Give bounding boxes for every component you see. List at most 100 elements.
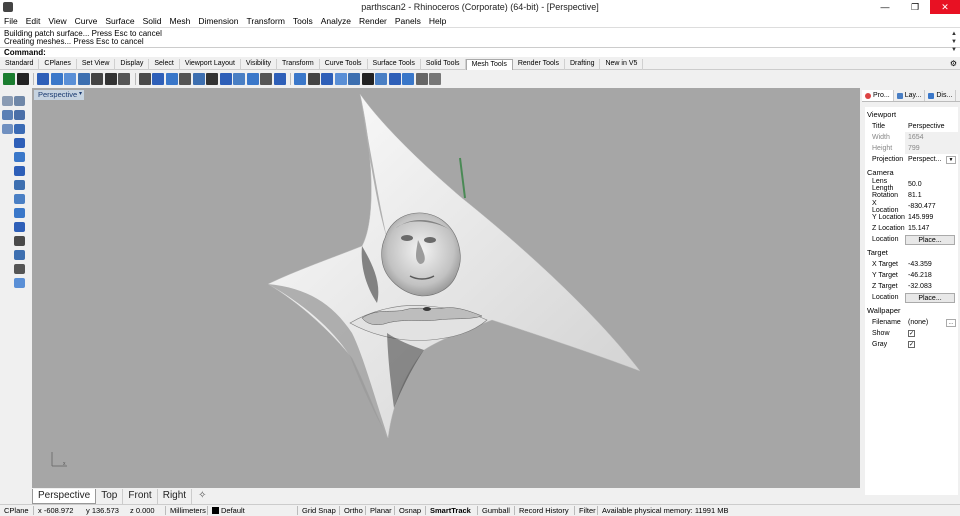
perspective-viewport[interactable]: Perspective ▾ x	[32, 88, 860, 488]
transform-icon[interactable]	[14, 264, 25, 274]
menu-help[interactable]: Help	[425, 16, 450, 26]
reduce-mesh-icon[interactable]	[165, 72, 178, 85]
dimension-icon[interactable]	[14, 278, 25, 288]
viewport-tab-right[interactable]: Right	[158, 489, 193, 504]
projection-select[interactable]: Perspect...	[905, 154, 946, 165]
panel-tab-layers[interactable]: Lay...	[894, 90, 926, 101]
tab-new-in-v5[interactable]: New in V5	[600, 59, 644, 70]
curve-icon[interactable]	[2, 110, 13, 120]
mesh-offset-icon[interactable]	[273, 72, 286, 85]
menu-dimension[interactable]: Dimension	[194, 16, 242, 26]
status-ortho[interactable]: Ortho	[340, 506, 366, 515]
tab-set-view[interactable]: Set View	[77, 59, 116, 70]
viewport-title[interactable]: Perspective	[34, 90, 82, 100]
flip-normals-icon[interactable]	[307, 72, 320, 85]
triangulate-mesh-icon[interactable]	[361, 72, 374, 85]
add-viewport-tab-icon[interactable]: ✧	[192, 489, 212, 504]
z-target-field[interactable]: -32.083	[905, 281, 958, 292]
x-location-field[interactable]: -830.477	[905, 201, 958, 212]
polyline-icon[interactable]	[14, 110, 25, 120]
status-osnap[interactable]: Osnap	[395, 506, 426, 515]
select-icon[interactable]	[2, 96, 13, 106]
menu-curve[interactable]: Curve	[71, 16, 102, 26]
mesh-plane-icon[interactable]	[37, 72, 49, 85]
menu-edit[interactable]: Edit	[22, 16, 45, 26]
y-location-field[interactable]: 145.999	[905, 212, 958, 223]
status-gumball[interactable]: Gumball	[478, 506, 515, 515]
toolbar-options-gear-icon[interactable]: ⚙	[950, 59, 957, 68]
fillet-icon[interactable]	[14, 250, 25, 260]
menu-view[interactable]: View	[44, 16, 70, 26]
menu-surface[interactable]: Surface	[101, 16, 138, 26]
tab-transform[interactable]: Transform	[277, 59, 320, 70]
viewport-tab-front[interactable]: Front	[123, 489, 158, 504]
mesh-boolean-difference-icon[interactable]	[233, 72, 245, 85]
pyramid-icon[interactable]	[14, 180, 25, 190]
number-vertices-icon[interactable]	[415, 72, 428, 85]
status-cplane[interactable]: CPlane	[0, 506, 34, 515]
check-icon[interactable]	[3, 72, 15, 85]
tab-select[interactable]: Select	[149, 59, 180, 70]
panel-tab-display[interactable]: Dis...	[925, 90, 957, 101]
status-units[interactable]: Millimeters	[166, 506, 208, 515]
mesh-cylinder-icon[interactable]	[77, 72, 90, 85]
projection-chevron-down-icon[interactable]: ▼	[946, 155, 956, 164]
menu-render[interactable]: Render	[355, 16, 391, 26]
tab-cplanes[interactable]: CPlanes	[39, 59, 77, 70]
quadrangulate-mesh-icon[interactable]	[375, 72, 387, 85]
mesh-boolean-intersection-icon[interactable]	[246, 72, 259, 85]
mesh-box-icon[interactable]	[50, 72, 63, 85]
tab-standard[interactable]: Standard	[0, 59, 40, 70]
y-target-field[interactable]: -46.218	[905, 270, 958, 281]
menu-tools[interactable]: Tools	[289, 16, 317, 26]
status-grid-snap[interactable]: Grid Snap	[298, 506, 340, 515]
browse-wallpaper-button[interactable]: ...	[946, 318, 956, 327]
circle-icon[interactable]	[2, 124, 13, 134]
mesh-torus-icon[interactable]	[104, 72, 117, 85]
mesh-repair-icon[interactable]	[348, 72, 360, 85]
weld-icon[interactable]	[138, 72, 151, 85]
box-icon[interactable]	[14, 138, 25, 148]
fill-holes-icon[interactable]	[179, 72, 191, 85]
surface-icon[interactable]	[14, 124, 25, 134]
gray-wallpaper-checkbox[interactable]: ✓	[908, 341, 915, 348]
smooth-mesh-icon[interactable]	[192, 72, 205, 85]
mesh-from-nurbs-icon[interactable]	[16, 72, 29, 85]
tab-viewport-layout[interactable]: Viewport Layout	[180, 59, 241, 70]
tab-curve-tools[interactable]: Curve Tools	[320, 59, 368, 70]
viewport-tab-perspective[interactable]: Perspective	[32, 489, 97, 504]
tab-drafting[interactable]: Drafting	[565, 59, 601, 70]
z-location-field[interactable]: 15.147	[905, 223, 958, 234]
viewport-tab-top[interactable]: Top	[96, 489, 124, 504]
maximize-button[interactable]: ❐	[900, 0, 930, 14]
menu-panels[interactable]: Panels	[391, 16, 425, 26]
tab-surface-tools[interactable]: Surface Tools	[368, 59, 421, 70]
menu-file[interactable]: File	[0, 16, 22, 26]
tab-mesh-tools[interactable]: Mesh Tools	[465, 59, 513, 70]
viewport-canvas[interactable]	[32, 88, 860, 488]
split-mesh-icon[interactable]	[206, 72, 218, 85]
tab-render-tools[interactable]: Render Tools	[513, 59, 565, 70]
mesh-patch-icon[interactable]	[118, 72, 130, 85]
mesh-split-edge-icon[interactable]	[321, 72, 333, 85]
status-filter[interactable]: Filter	[575, 506, 598, 515]
title-field[interactable]: Perspective	[905, 121, 958, 132]
status-planar[interactable]: Planar	[366, 506, 395, 515]
status-smarttrack[interactable]: SmartTrack	[426, 506, 478, 515]
torus-icon[interactable]	[14, 222, 25, 232]
lens-length-field[interactable]: 50.0	[905, 179, 958, 190]
command-scrollbar[interactable]: ▲ ▼ ▼	[950, 30, 958, 56]
mesh-info-icon[interactable]	[429, 72, 441, 85]
unify-normals-icon[interactable]	[294, 72, 306, 85]
tab-display[interactable]: Display	[115, 59, 150, 70]
menu-mesh[interactable]: Mesh	[166, 16, 195, 26]
ellipsoid-icon[interactable]	[14, 208, 25, 218]
status-record-history[interactable]: Record History	[515, 506, 575, 515]
boolean-icon[interactable]	[14, 236, 25, 246]
x-target-field[interactable]: -43.359	[905, 259, 958, 270]
camera-place-button[interactable]: Place...	[905, 234, 955, 245]
menu-solid[interactable]: Solid	[139, 16, 166, 26]
sphere-icon[interactable]	[14, 194, 25, 204]
apply-mesh-icon[interactable]	[402, 72, 414, 85]
collapse-mesh-icon[interactable]	[334, 72, 347, 85]
